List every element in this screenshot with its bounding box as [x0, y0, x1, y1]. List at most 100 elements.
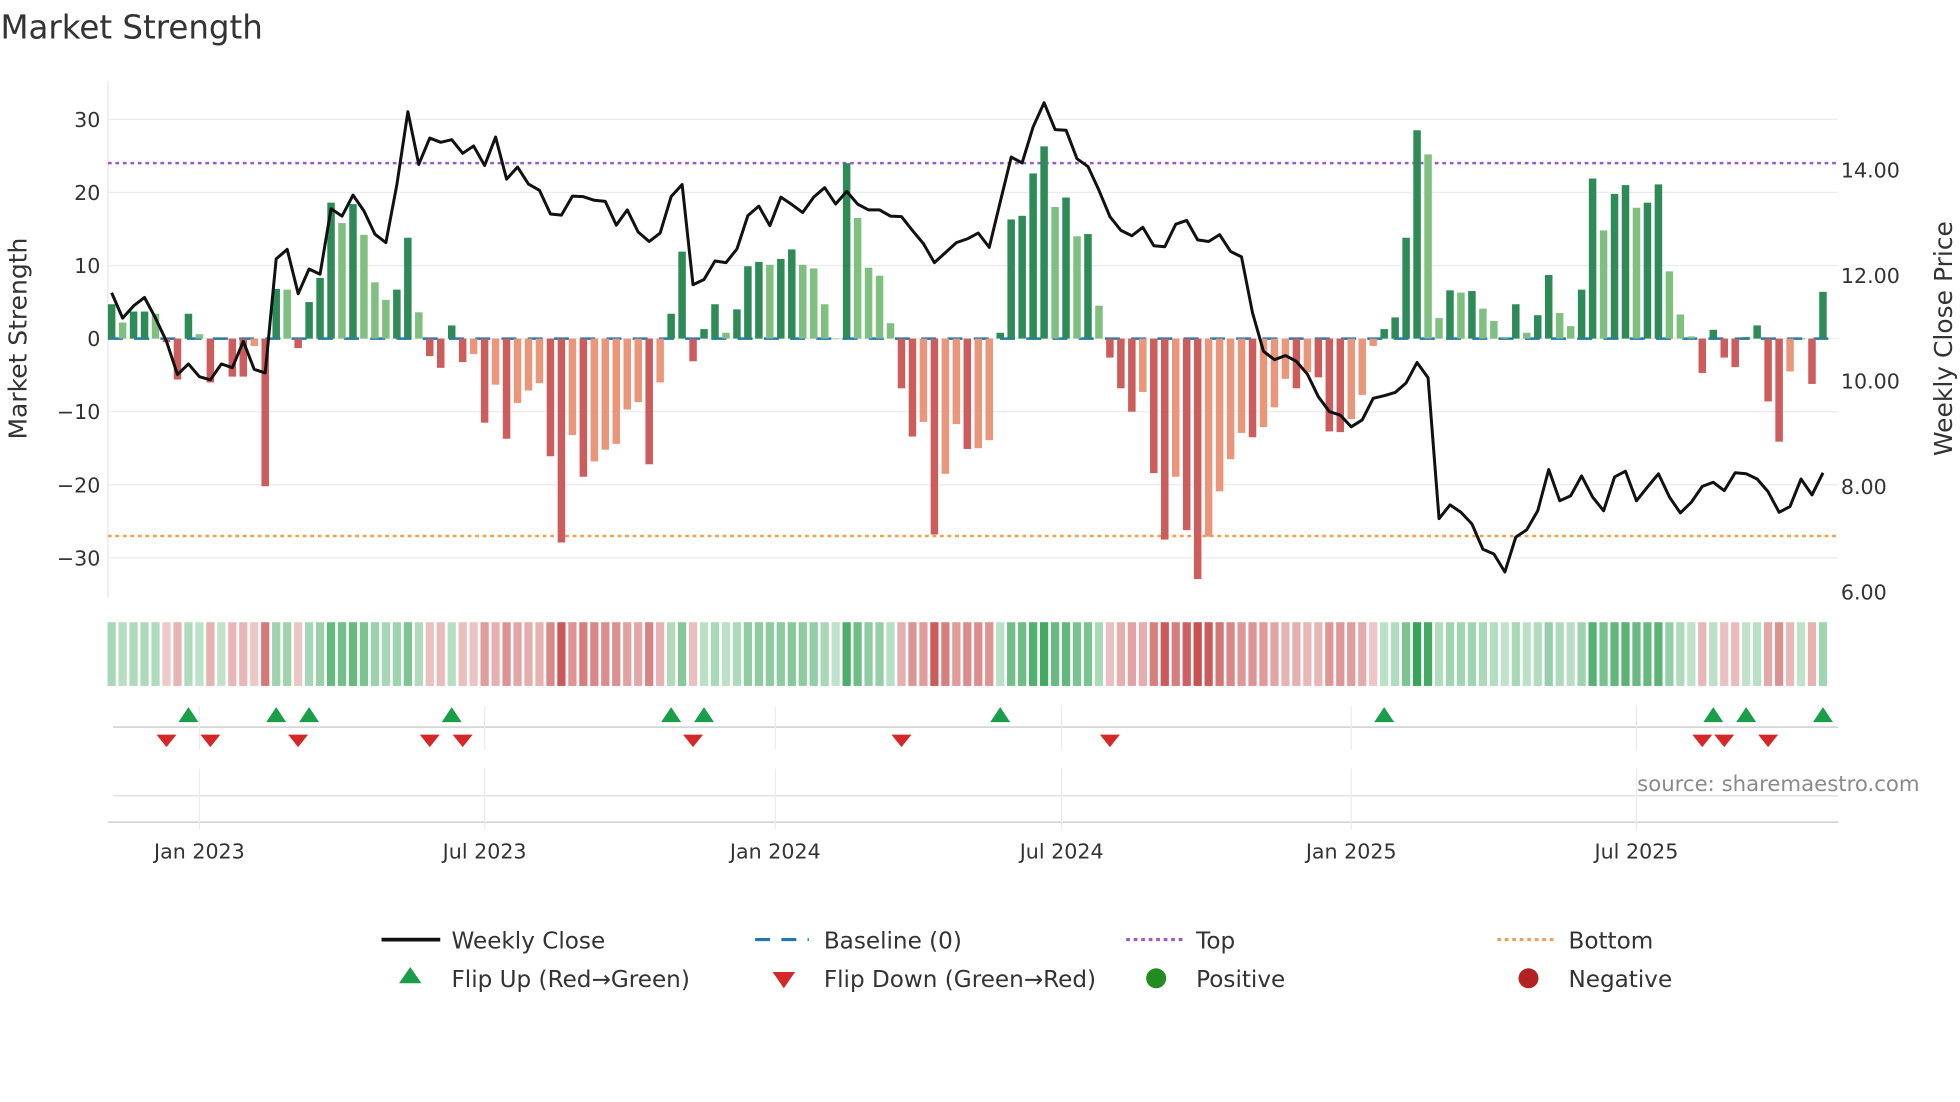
strip-cell	[963, 622, 972, 686]
strength-bar	[1610, 193, 1619, 339]
y2-tick-label: 12.00	[1841, 264, 1900, 288]
strength-bar	[1215, 338, 1224, 492]
strip-cell	[809, 622, 818, 686]
strip-cell	[1511, 622, 1520, 686]
strength-bar	[1303, 338, 1312, 373]
strength-bar	[1621, 185, 1630, 339]
strength-bar	[952, 338, 961, 425]
source-annotation: source: sharemaestro.com	[1637, 772, 1919, 797]
strip-cell	[1237, 622, 1246, 686]
strength-bar	[1084, 234, 1092, 339]
strength-bar	[1161, 338, 1169, 540]
strip-cell	[283, 622, 292, 686]
strip-cell	[1665, 622, 1674, 686]
strength-bar	[1139, 338, 1147, 392]
strength-bar	[1599, 230, 1608, 339]
market-strength-chart: Market Strength 30 20 10 0 −10 −20 −30 14.00 12…	[0, 9, 1958, 993]
strip-cell	[140, 622, 149, 686]
strip-cell	[1270, 622, 1279, 686]
strip-cell	[941, 622, 950, 686]
strength-bar	[1588, 178, 1597, 339]
strength-bar	[469, 338, 478, 354]
strip-cell	[974, 622, 983, 686]
strip-cell	[1763, 622, 1773, 686]
strip-cell	[1314, 622, 1323, 686]
strip-cell	[1533, 622, 1542, 686]
strip-cell	[1599, 622, 1608, 686]
strength-bar	[1204, 338, 1213, 537]
strip-cell	[1698, 622, 1707, 686]
strength-bar	[568, 338, 577, 436]
strip-cell	[1522, 622, 1531, 686]
strength-bar	[809, 268, 818, 339]
strip-cell	[1116, 622, 1126, 686]
strip-cell	[634, 622, 643, 686]
strip-cell	[491, 622, 500, 686]
strip-cell	[787, 622, 796, 686]
flip-up-marker	[661, 707, 682, 723]
strength-bar	[656, 338, 664, 383]
strip-cell	[535, 622, 544, 686]
strength-bar	[382, 299, 390, 339]
strip-cell	[239, 622, 248, 686]
strip-cell	[1105, 622, 1115, 686]
flip-down-marker	[419, 734, 440, 748]
strip-cell	[118, 622, 127, 686]
strength-bar	[897, 338, 906, 389]
strength-bar	[1248, 338, 1257, 438]
strength-bar	[678, 251, 686, 339]
x-tick-label: Jan 2024	[728, 839, 821, 863]
strength-bar	[283, 289, 291, 339]
strip-cell	[875, 622, 884, 686]
strength-bar	[1193, 338, 1202, 580]
strength-bar	[985, 338, 993, 441]
strip-cell	[601, 622, 610, 686]
strip-cell	[765, 622, 774, 686]
strength-bar	[711, 304, 719, 339]
strength-bar	[1007, 219, 1015, 339]
strength-bar	[195, 334, 204, 339]
y-tick-label: −10	[57, 400, 101, 424]
strength-bar	[1237, 338, 1246, 433]
strength-bar	[415, 312, 423, 339]
y-tick-label: 30	[74, 108, 100, 132]
strip-cell	[1061, 622, 1071, 686]
legend-flip-down-label: Flip Down (Green→Red)	[824, 967, 1096, 993]
strip-cell	[557, 622, 566, 686]
strip-cell	[1423, 622, 1433, 686]
flip-up-marker	[1374, 707, 1395, 723]
strip-cell	[1412, 622, 1422, 686]
y2-axis-ticks: 14.00 12.00 10.00 8.00 6.00	[1841, 158, 1900, 604]
strength-bar	[700, 329, 708, 339]
strip-cell	[732, 622, 742, 686]
strip-cell	[1369, 622, 1378, 686]
flip-up-marker	[178, 707, 199, 723]
legend: Weekly Close Baseline (0) Top Bottom Fli…	[381, 928, 1672, 993]
strip-cell	[228, 622, 237, 686]
strip-cell	[469, 622, 478, 686]
strip-cell	[129, 622, 138, 686]
strip-cell	[1160, 622, 1169, 686]
strength-bar	[941, 338, 950, 474]
strip-cell	[985, 622, 994, 686]
strength-bar	[919, 338, 928, 422]
flip-up-marker	[1736, 707, 1757, 723]
strength-bar	[864, 267, 873, 339]
legend-positive-label: Positive	[1196, 967, 1285, 993]
strip-cell	[721, 622, 731, 686]
strip-cell	[1204, 622, 1213, 686]
strip-cell	[1182, 622, 1191, 686]
strip-cell	[1193, 622, 1202, 686]
strength-bar	[1764, 338, 1772, 402]
strength-bar	[1632, 207, 1641, 339]
flip-down-marker	[452, 734, 473, 748]
strip-cell	[1654, 622, 1663, 686]
x-tick-label: Jan 2025	[1304, 839, 1397, 863]
strength-bar	[184, 313, 193, 339]
strength-bar	[601, 338, 610, 450]
strip-cell	[1029, 622, 1038, 686]
strength-bar	[1435, 318, 1443, 339]
strength-bar	[996, 332, 1004, 339]
strip-cell	[699, 622, 709, 686]
legend-baseline-label: Baseline (0)	[824, 928, 962, 954]
